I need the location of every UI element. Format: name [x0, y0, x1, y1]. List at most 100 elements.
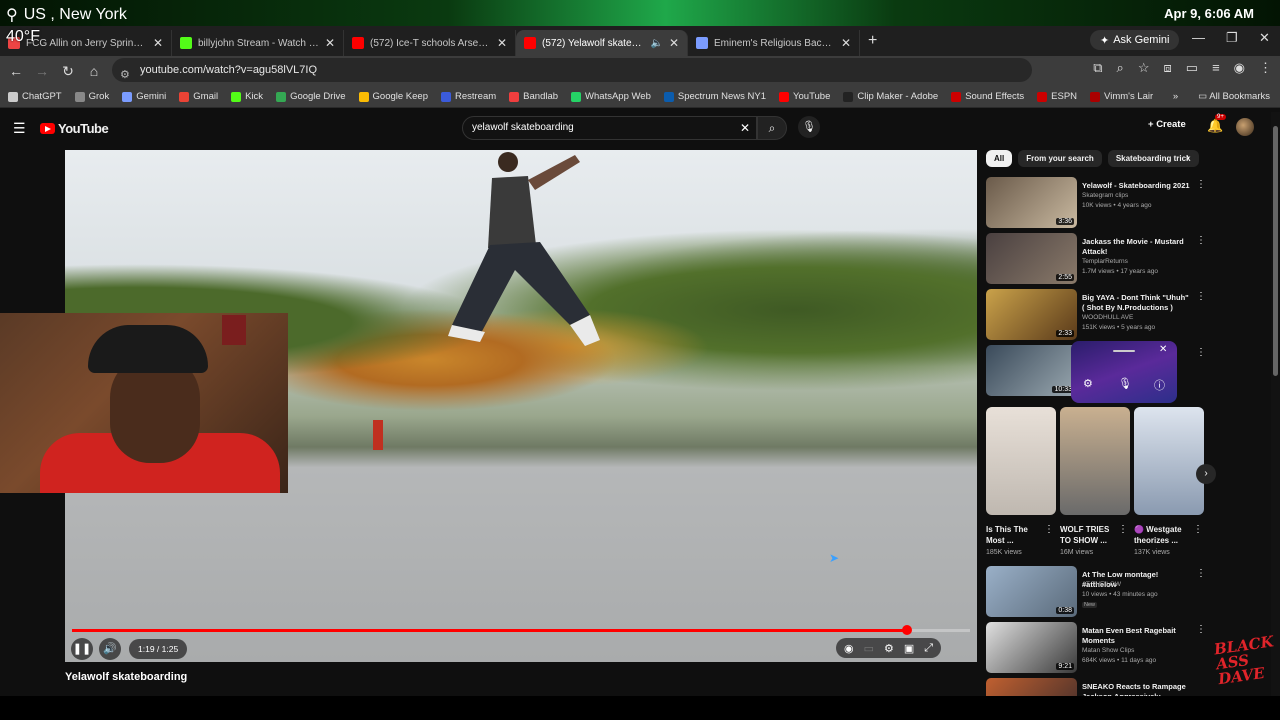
extensions-icon[interactable]: ⧈: [1163, 60, 1171, 76]
video-thumbnail[interactable]: 2:33: [986, 289, 1077, 340]
more-options-icon[interactable]: ⋮: [1196, 179, 1206, 190]
autoplay-toggle-icon[interactable]: ◉: [844, 642, 854, 655]
bookmark-espn[interactable]: ESPN: [1037, 91, 1077, 102]
gear-icon[interactable]: ⚙: [1083, 377, 1093, 390]
list-item[interactable]: 2:33 Big YAYA - Dont Think "Uhuh" ( Shot…: [986, 289, 1206, 341]
rec-title[interactable]: Jackass the Movie - Mustard Attack!: [1082, 237, 1190, 257]
media-icon[interactable]: ≡: [1212, 60, 1220, 76]
short-thumbnail[interactable]: [1134, 407, 1204, 515]
list-item[interactable]: 3:36 Yelawolf - Skateboarding 2021 Skate…: [986, 177, 1206, 229]
more-options-icon[interactable]: ⋮: [1196, 291, 1206, 302]
chevron-right-icon[interactable]: ›: [1196, 464, 1216, 484]
avatar[interactable]: [1236, 118, 1254, 136]
clear-search-icon[interactable]: ✕: [740, 117, 750, 139]
video-thumbnail[interactable]: 9:21: [986, 622, 1077, 673]
bookmark-google-drive[interactable]: Google Drive: [276, 91, 346, 102]
bookmark-google-keep[interactable]: Google Keep: [358, 91, 428, 102]
bookmark-whatsapp[interactable]: WhatsApp Web: [571, 91, 651, 102]
video-thumbnail[interactable]: 10:33: [986, 345, 1077, 396]
minimize-icon[interactable]: —: [1192, 30, 1205, 45]
more-options-icon[interactable]: ⋮: [1193, 524, 1203, 535]
close-window-icon[interactable]: ✕: [1259, 30, 1270, 46]
bookmark-vimms-lair[interactable]: Vimm's Lair: [1090, 91, 1153, 102]
rec-title[interactable]: Big YAYA - Dont Think "Uhuh" ( Shot By N…: [1082, 293, 1190, 313]
video-thumbnail[interactable]: 0:38: [986, 566, 1077, 617]
ask-gemini-button[interactable]: ✦ Ask Gemini: [1090, 30, 1180, 50]
more-options-icon[interactable]: ⋮: [1118, 524, 1128, 535]
more-options-icon[interactable]: ⋮: [1044, 524, 1054, 535]
list-item[interactable]: 0:38 At The Low montage! #atthelow AT TH…: [986, 566, 1206, 618]
more-options-icon[interactable]: ⋮: [1196, 624, 1206, 635]
chevron-right-icon[interactable]: »: [1173, 91, 1178, 102]
new-tab-icon[interactable]: +: [868, 32, 877, 50]
cast-icon[interactable]: ⧉: [1093, 60, 1102, 76]
url-field[interactable]: ⚙ youtube.com/watch?v=agu58lVL7IQ: [112, 58, 1032, 82]
pause-icon[interactable]: ❚❚: [71, 638, 93, 660]
search-button[interactable]: ⌕: [757, 116, 787, 140]
bookmark-gmail[interactable]: Gmail: [179, 91, 218, 102]
hamburger-menu-icon[interactable]: ☰: [13, 120, 26, 137]
reload-icon[interactable]: ↻: [55, 63, 81, 80]
bookmark-gemini[interactable]: Gemini: [122, 91, 166, 102]
close-tab-icon[interactable]: ✕: [841, 36, 851, 50]
chip-skateboarding-trick[interactable]: Skateboarding trick: [1107, 150, 1199, 167]
captions-icon[interactable]: ▭: [864, 642, 874, 655]
bookmark-chatgpt[interactable]: ChatGPT: [8, 91, 62, 102]
progress-bar[interactable]: [72, 625, 970, 635]
video-thumbnail[interactable]: 3:36: [986, 177, 1077, 228]
home-icon[interactable]: ⌂: [81, 63, 107, 79]
create-button[interactable]: + Create: [1148, 119, 1186, 130]
scrollbar-thumb[interactable]: [1273, 126, 1278, 376]
chip-from-your-search[interactable]: From your search: [1018, 150, 1102, 167]
bookmark-grok[interactable]: Grok: [74, 91, 109, 102]
microphone-icon[interactable]: 🎙: [1118, 377, 1132, 390]
chevron-right-icon[interactable]: ›: [1186, 152, 1190, 164]
theater-mode-icon[interactable]: ▣: [904, 642, 914, 655]
more-options-icon[interactable]: ⋮: [1196, 680, 1200, 691]
list-item[interactable]: 9:21 Matan Even Best Ragebait Moments Ma…: [986, 622, 1206, 674]
volume-icon[interactable]: 🔊: [99, 638, 121, 660]
rec-title[interactable]: SNEAKO Reacts to Rampage Jackson Aggress…: [1082, 682, 1190, 696]
close-tab-icon[interactable]: ✕: [325, 36, 335, 50]
browser-tab-4-active[interactable]: (572) Yelawolf skateboardin 🔈 ✕: [516, 30, 688, 56]
settings-gear-icon[interactable]: ⚙: [884, 642, 894, 655]
short-title[interactable]: Is This The Most ...: [986, 524, 1042, 546]
profile-icon[interactable]: ◉: [1234, 60, 1245, 76]
more-options-icon[interactable]: ⋮: [1196, 347, 1206, 358]
more-options-icon[interactable]: ⋮: [1196, 568, 1206, 579]
back-icon[interactable]: ←: [3, 63, 29, 79]
speaker-icon[interactable]: 🔈: [650, 38, 662, 49]
more-options-icon[interactable]: ⋮: [1196, 235, 1206, 246]
search-input[interactable]: yelawolf skateboarding ✕: [462, 116, 757, 140]
voice-search-button[interactable]: 🎙: [798, 116, 820, 138]
bookmark-spectrum[interactable]: Spectrum News NY1: [663, 91, 766, 102]
maximize-icon[interactable]: ❐: [1226, 30, 1238, 46]
bookmark-kick[interactable]: Kick: [231, 91, 263, 102]
bookmark-bandlab[interactable]: Bandlab: [509, 91, 558, 102]
zoom-icon[interactable]: ⌕: [1117, 60, 1124, 76]
gemini-live-popup[interactable]: ✕ ⚙ 🎙 ⓘ: [1071, 341, 1177, 403]
drag-handle[interactable]: [1113, 350, 1135, 352]
close-tab-icon[interactable]: ✕: [153, 36, 163, 50]
browser-tab-2[interactable]: billyjohn Stream - Watch Live o ✕: [172, 30, 344, 56]
fullscreen-icon[interactable]: ⤢: [924, 642, 933, 655]
chip-all[interactable]: All: [986, 150, 1013, 167]
browser-tab-3[interactable]: (572) Ice-T schools Arsenio - Yo ✕: [344, 30, 516, 56]
bookmark-youtube[interactable]: YouTube: [779, 91, 830, 102]
rec-title[interactable]: Matan Even Best Ragebait Moments: [1082, 626, 1190, 646]
list-item[interactable]: SNEAKO Reacts to Rampage Jackson Aggress…: [986, 678, 1200, 696]
video-thumbnail[interactable]: [986, 678, 1077, 696]
forward-icon[interactable]: →: [29, 63, 55, 79]
all-bookmarks[interactable]: » ▭ All Bookmarks: [1173, 91, 1270, 102]
video-thumbnail[interactable]: 2:55: [986, 233, 1077, 284]
site-info-icon[interactable]: ⚙: [120, 63, 130, 87]
bookmark-sound-effects[interactable]: Sound Effects: [951, 91, 1024, 102]
close-tab-icon[interactable]: ✕: [497, 36, 507, 50]
bookmark-restream[interactable]: Restream: [440, 91, 496, 102]
browser-tab-5[interactable]: Eminem's Religious Background ✕: [688, 30, 860, 56]
youtube-logo[interactable]: YouTube: [40, 121, 109, 136]
bookmark-clip-maker[interactable]: Clip Maker - Adobe: [843, 91, 938, 102]
menu-icon[interactable]: ⋮: [1259, 60, 1272, 76]
rec-title[interactable]: Yelawolf - Skateboarding 2021: [1082, 181, 1190, 191]
help-icon[interactable]: ⓘ: [1154, 377, 1165, 393]
